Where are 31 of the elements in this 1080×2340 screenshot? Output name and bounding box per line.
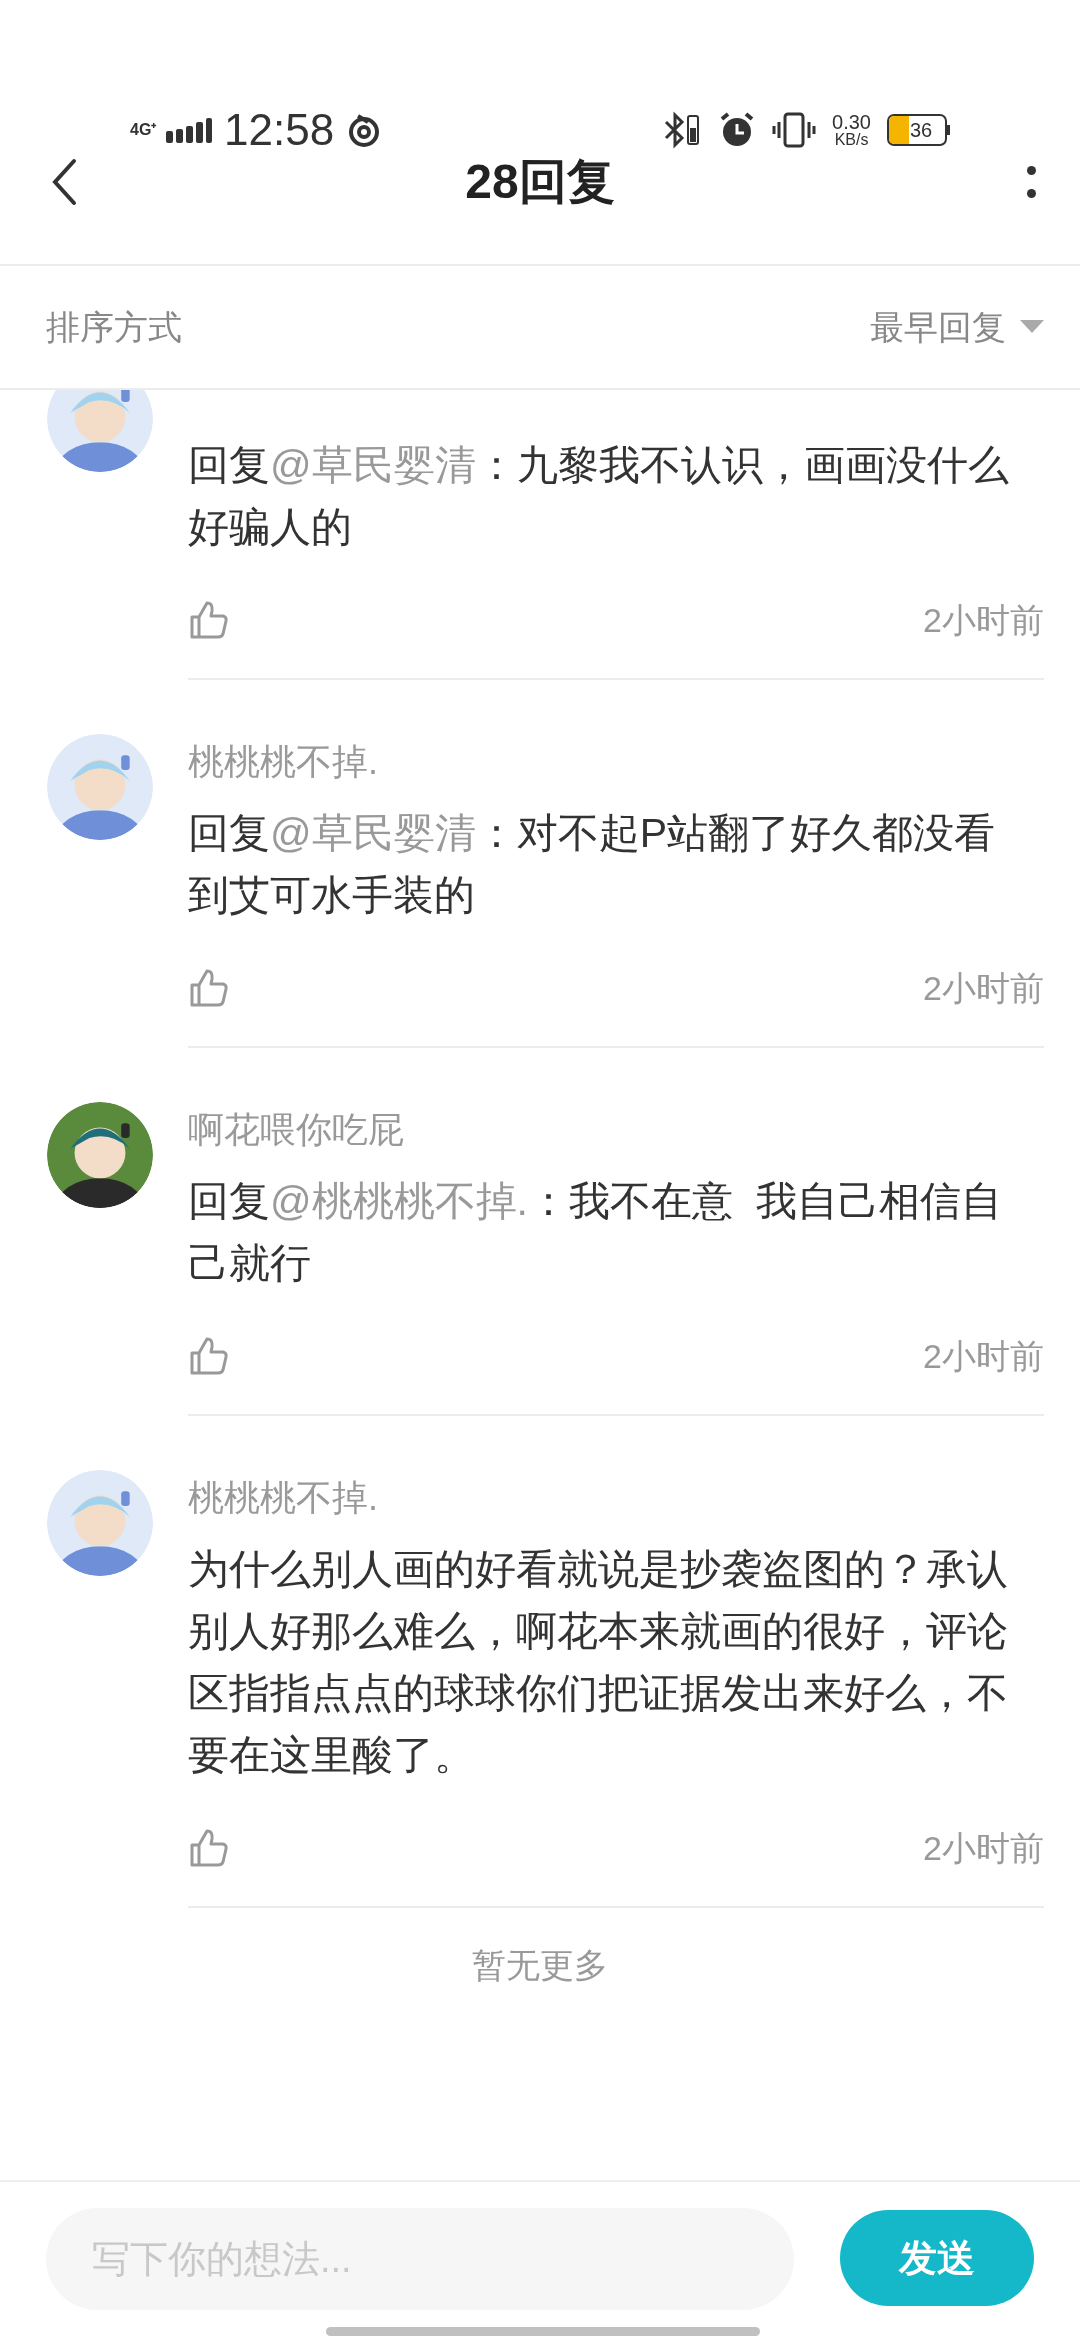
mention-link[interactable]: @草民婴清: [270, 442, 476, 488]
like-button[interactable]: [188, 1335, 230, 1377]
comment-text: 回复@草民婴清：对不起P站翻了好久都没看到艾可水手装的: [188, 809, 996, 920]
speed-unit: KB/s: [834, 131, 869, 148]
comment-time: 2小时前: [923, 1335, 1044, 1377]
vibrate-icon: [772, 111, 817, 148]
sort-label: 排序方式: [46, 306, 182, 348]
network-indicator: 4G⁺: [130, 120, 154, 139]
comment-text: 回复@桃桃桃不掉.：我不在意 我自己相信自己就行: [188, 1177, 1003, 1288]
signal-icon: [166, 116, 212, 143]
mention-link[interactable]: @桃桃桃不掉.: [270, 1178, 528, 1224]
speed-value: 0.30: [832, 111, 871, 132]
mention-link[interactable]: @草民婴清: [270, 810, 476, 856]
page-title: 28回复: [465, 154, 615, 210]
comment-text: 为什么别人画的好看就说是抄袭盗图的？承认别人好那么难么，啊花本来就画的很好，评论区指指点点的球球你们把证据发出来好么，不要在这里酸了。: [188, 1545, 1009, 1780]
send-button[interactable]: 发送: [840, 2210, 1034, 2306]
battery-level-text: 36: [908, 118, 933, 141]
sort-dropdown[interactable]: 最早回复: [870, 301, 1044, 353]
end-note: 暂无更多: [472, 1945, 608, 1986]
like-button[interactable]: [188, 1827, 230, 1869]
comment-time: 2小时前: [923, 1827, 1044, 1869]
caret-icon: [1020, 320, 1044, 334]
status-time: 12:58: [224, 107, 335, 152]
user-name[interactable]: 桃桃桃不掉.: [188, 1472, 1044, 1524]
like-button[interactable]: [188, 599, 230, 641]
user-name[interactable]: 啊花喂你吃屁: [188, 1104, 1044, 1156]
comment-time: 2小时前: [923, 967, 1044, 1009]
like-button[interactable]: [188, 967, 230, 1009]
comment-time: 2小时前: [923, 599, 1044, 641]
comment-text: 回复@草民婴清：九黎我不认识，画画没什么好骗人的: [188, 441, 1010, 552]
user-name[interactable]: 桃桃桃不掉.: [188, 736, 1044, 788]
